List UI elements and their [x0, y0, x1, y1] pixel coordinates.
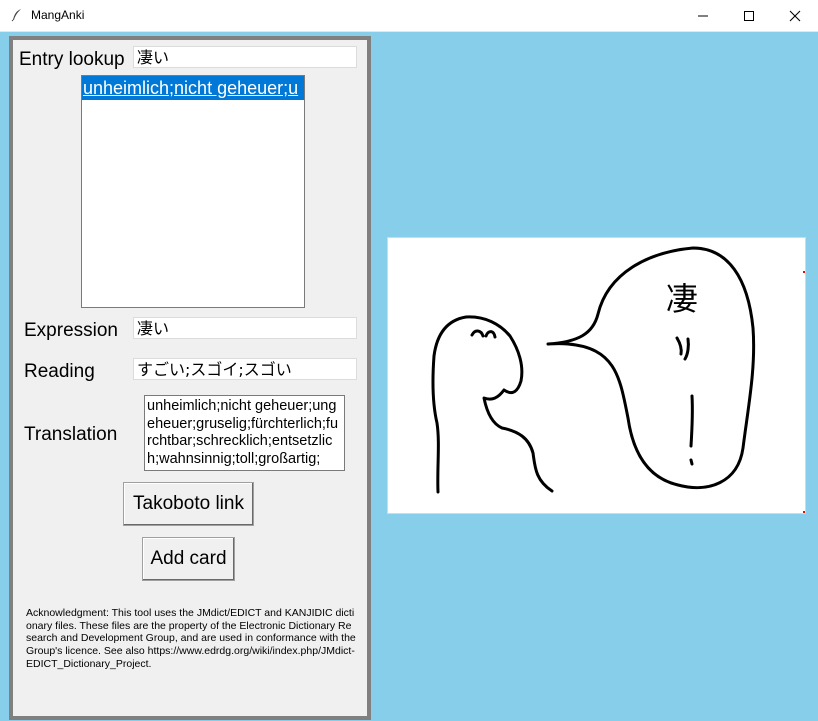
- translation-label: Translation: [24, 424, 118, 445]
- takoboto-link-button[interactable]: Takoboto link: [123, 482, 254, 526]
- add-card-button[interactable]: Add card: [142, 537, 235, 581]
- manga-image-canvas: 凄: [387, 237, 806, 514]
- close-button[interactable]: [772, 0, 818, 31]
- expression-input[interactable]: 凄い: [133, 317, 357, 339]
- minimize-icon: [698, 15, 708, 16]
- feather-icon: [10, 8, 24, 22]
- entry-lookup-input[interactable]: 凄い: [133, 46, 357, 68]
- person-eye: [470, 329, 485, 338]
- title-bar: MangAnki: [0, 0, 818, 32]
- lookup-panel: Entry lookup 凄い unheimlich;nicht geheuer…: [9, 36, 371, 720]
- person-outline: [431, 315, 554, 494]
- canvas-marker: [803, 511, 805, 513]
- reading-label: Reading: [24, 361, 95, 382]
- minimize-button[interactable]: [680, 0, 726, 31]
- canvas-marker: [803, 271, 805, 273]
- window-title: MangAnki: [31, 8, 85, 22]
- maximize-button[interactable]: [726, 0, 772, 31]
- manga-drawing: 凄: [431, 246, 756, 494]
- translation-textbox[interactable]: unheimlich;nicht geheuer;ungeheuer;gruse…: [144, 395, 345, 471]
- results-listbox[interactable]: unheimlich;nicht geheuer;u: [81, 75, 305, 308]
- expression-label: Expression: [24, 320, 118, 341]
- speech-text: 凄: [666, 280, 698, 318]
- acknowledgment-text: Acknowledgment: This tool uses the JMdic…: [26, 607, 356, 670]
- person-eye: [484, 330, 497, 339]
- maximize-icon: [744, 10, 754, 21]
- reading-input[interactable]: すごい;スゴイ;スゴい: [133, 358, 357, 380]
- entry-lookup-label: Entry lookup: [19, 49, 125, 70]
- speech-bubble: [546, 246, 756, 490]
- close-icon: [789, 10, 801, 21]
- list-item[interactable]: unheimlich;nicht geheuer;u: [82, 76, 304, 100]
